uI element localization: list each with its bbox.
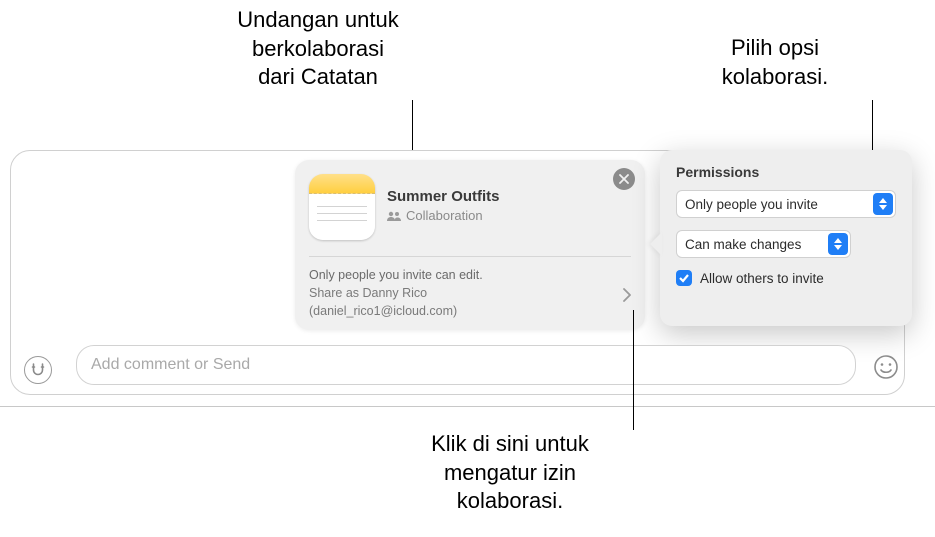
callout-line [633,310,634,430]
smiley-icon [873,354,899,380]
permissions-popover: Permissions Only people you invite Can m… [660,150,912,326]
comment-input[interactable] [76,345,856,385]
collaboration-invite-card[interactable]: Summer Outfits Collaboration Only people… [295,160,645,330]
updown-icon[interactable] [828,233,848,255]
callout-invite: Undangan untuk berkolaborasi dari Catata… [208,6,428,92]
invite-subtitle-text: Collaboration [406,208,483,223]
callout-options: Pilih opsi kolaborasi. [665,34,885,91]
checkbox-checked-icon[interactable] [676,270,692,286]
invite-details[interactable]: Only people you invite can edit. Share a… [309,266,483,320]
permissions-title: Permissions [676,164,896,180]
close-icon[interactable] [613,168,635,190]
share-email-line: (daniel_rico1@icloud.com) [309,302,483,320]
apps-button[interactable] [24,356,52,384]
invite-subtitle: Collaboration [387,208,483,223]
notes-app-icon [309,174,375,240]
edit-permission-select[interactable]: Can make changes [676,230,851,258]
updown-icon[interactable] [873,193,893,215]
permission-summary: Only people you invite can edit. [309,266,483,284]
chevron-right-icon[interactable] [623,288,631,307]
access-select[interactable]: Only people you invite [676,190,896,218]
edit-select-value: Can make changes [685,237,801,252]
access-select-value: Only people you invite [685,197,818,212]
invite-title: Summer Outfits [387,188,500,205]
callout-permissions: Klik di sini untuk mengatur izin kolabor… [385,430,635,516]
people-icon [387,211,401,221]
separator [0,406,935,407]
apps-icon [30,362,46,378]
allow-invite-label: Allow others to invite [700,271,824,286]
allow-invite-row[interactable]: Allow others to invite [676,270,896,286]
divider [309,256,631,257]
share-as-line: Share as Danny Rico [309,284,483,302]
emoji-button[interactable] [873,354,899,380]
callout-line [872,100,873,152]
